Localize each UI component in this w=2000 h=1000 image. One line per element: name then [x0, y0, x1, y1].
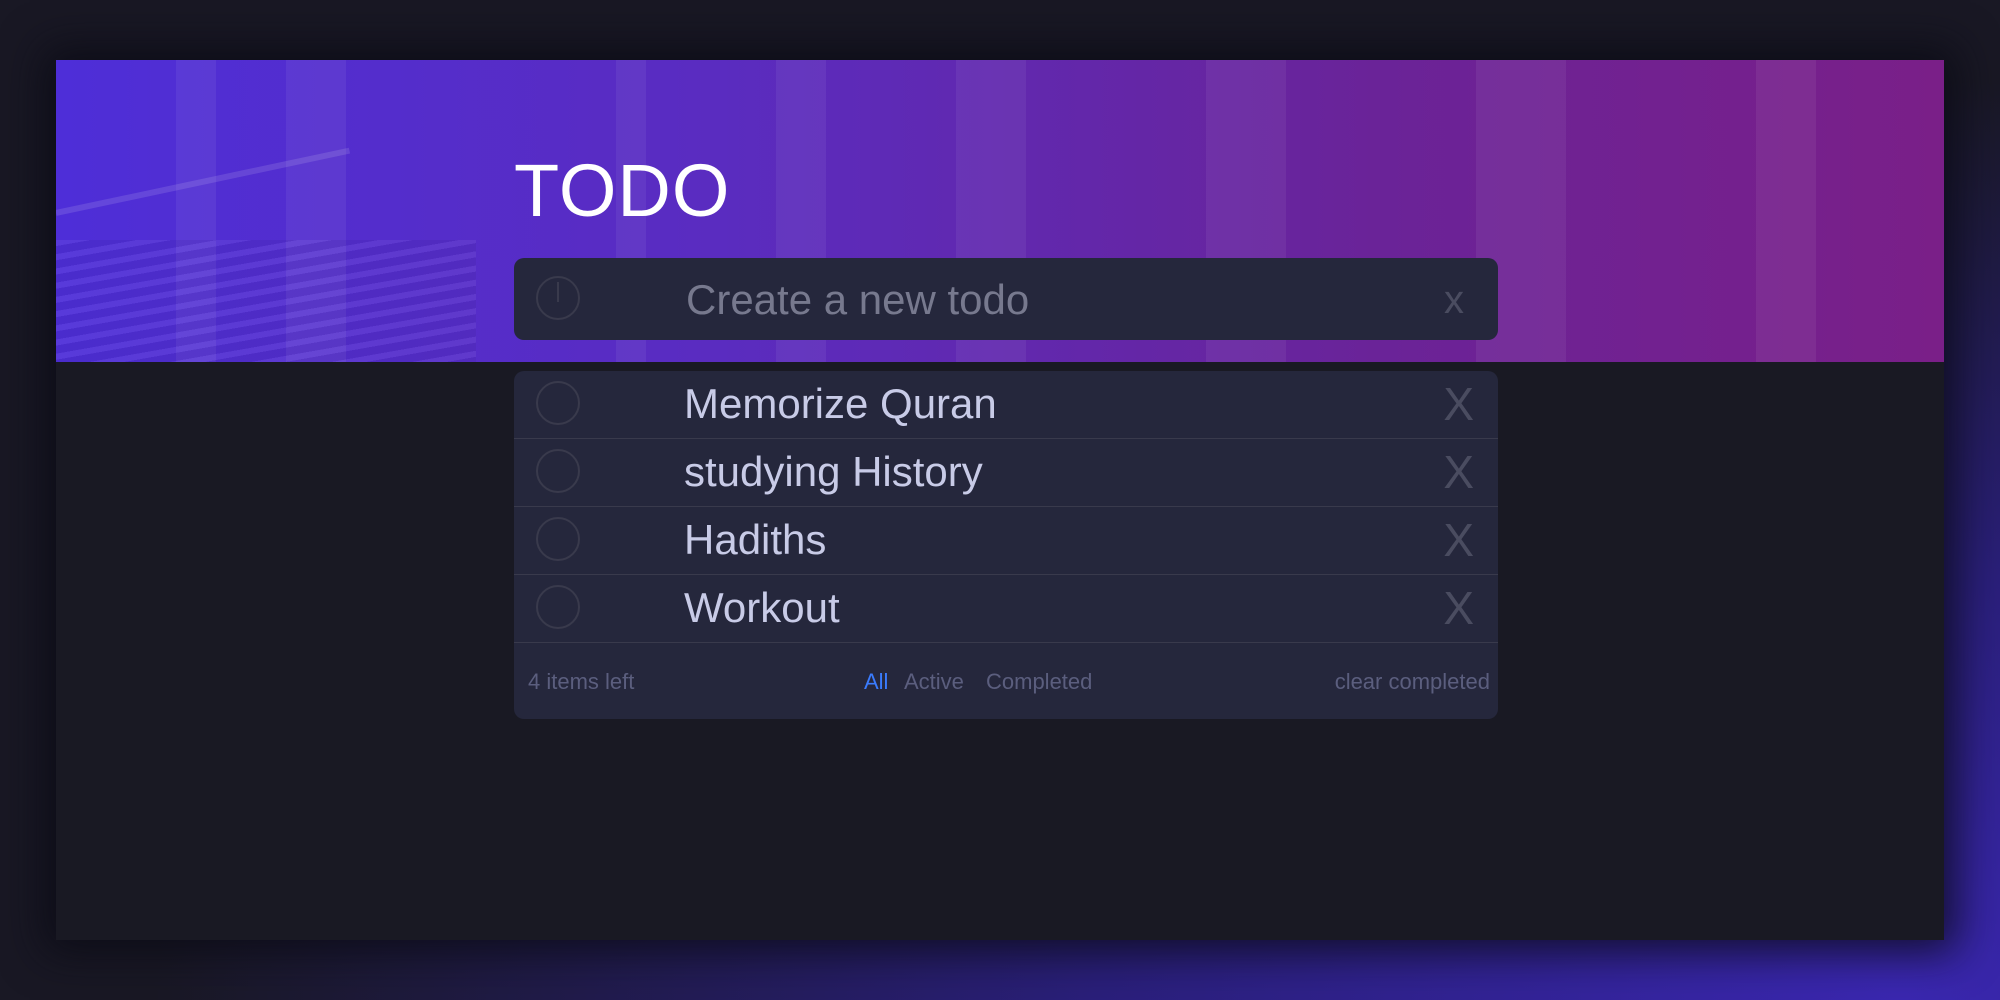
list-footer: 4 items left All Active Completed clear … [514, 643, 1498, 719]
new-todo-toggle-icon[interactable] [536, 276, 580, 320]
delete-button[interactable]: X [1443, 583, 1474, 633]
check-circle-icon[interactable] [536, 585, 580, 629]
list-item: studying History X [514, 439, 1498, 507]
delete-button[interactable]: X [1443, 447, 1474, 497]
new-todo-bar: x [514, 258, 1498, 340]
page-title: TODO [514, 149, 731, 232]
clear-completed-button[interactable]: clear completed [1335, 669, 1490, 695]
filter-completed[interactable]: Completed [986, 669, 1092, 695]
check-circle-icon[interactable] [536, 381, 580, 425]
todo-text[interactable]: Hadiths [684, 515, 826, 565]
filter-active[interactable]: Active [904, 669, 964, 695]
hero-decoration [56, 240, 476, 362]
todo-text[interactable]: studying History [684, 447, 983, 497]
list-item: Workout X [514, 575, 1498, 643]
list-item: Memorize Quran X [514, 371, 1498, 439]
hero-decoration [1756, 60, 1816, 362]
list-item: Hadiths X [514, 507, 1498, 575]
clear-input-button[interactable]: x [1444, 278, 1464, 323]
items-left-count: 4 items left [528, 669, 635, 694]
new-todo-input[interactable] [684, 270, 1388, 330]
filter-all[interactable]: All [864, 669, 888, 695]
delete-button[interactable]: X [1443, 515, 1474, 565]
app-window: TODO x Memorize Quran X studying History… [56, 60, 1944, 940]
todo-text[interactable]: Workout [684, 583, 840, 633]
check-circle-icon[interactable] [536, 449, 580, 493]
todo-text[interactable]: Memorize Quran [684, 379, 997, 429]
todo-list: Memorize Quran X studying History X Hadi… [514, 371, 1498, 719]
delete-button[interactable]: X [1443, 379, 1474, 429]
check-circle-icon[interactable] [536, 517, 580, 561]
